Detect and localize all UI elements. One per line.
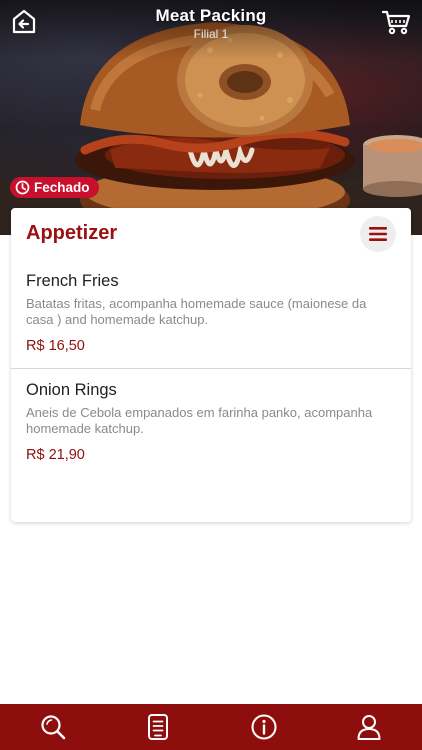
- status-badge: Fechado: [10, 177, 99, 198]
- clock-icon: [15, 180, 30, 195]
- category-card: Appetizer French Fries Batatas fritas, a…: [11, 208, 411, 522]
- item-name: Onion Rings: [26, 381, 117, 399]
- nav-search-button[interactable]: [33, 707, 73, 747]
- item-price: R$ 16,50: [26, 338, 85, 354]
- status-label: Fechado: [34, 180, 90, 195]
- item-price: R$ 21,90: [26, 447, 85, 463]
- hero-image: Meat Packing Filial 1 Fechado: [0, 0, 422, 235]
- menu-item-french-fries[interactable]: French Fries Batatas fritas, acompanha h…: [11, 260, 411, 369]
- nav-profile-button[interactable]: [349, 707, 389, 747]
- nav-menu-button[interactable]: [138, 707, 178, 747]
- profile-icon: [357, 715, 381, 740]
- hamburger-menu-icon: [369, 227, 387, 241]
- item-description: Aneis de Cebola empanados em farinha pan…: [26, 405, 373, 436]
- category-title: Appetizer: [26, 222, 118, 244]
- item-description: Batatas fritas, acompanha homemade sauce…: [26, 296, 367, 327]
- page-title: Meat Packing: [155, 6, 267, 25]
- bottom-nav: [0, 704, 422, 750]
- menu-item-onion-rings[interactable]: Onion Rings Aneis de Cebola empanados em…: [11, 369, 411, 479]
- info-icon: [251, 714, 277, 740]
- app-screen: Meat Packing Filial 1 Fechado Appetizer: [0, 0, 422, 750]
- item-name: French Fries: [26, 272, 119, 290]
- branch-subtitle: Filial 1: [193, 27, 229, 41]
- search-icon: [41, 715, 66, 740]
- menu-list-icon: [148, 714, 169, 740]
- category-menu-button[interactable]: [360, 216, 396, 252]
- category-header: Appetizer: [11, 208, 411, 260]
- nav-info-button[interactable]: [244, 707, 284, 747]
- title-block: Meat Packing Filial 1: [0, 6, 422, 41]
